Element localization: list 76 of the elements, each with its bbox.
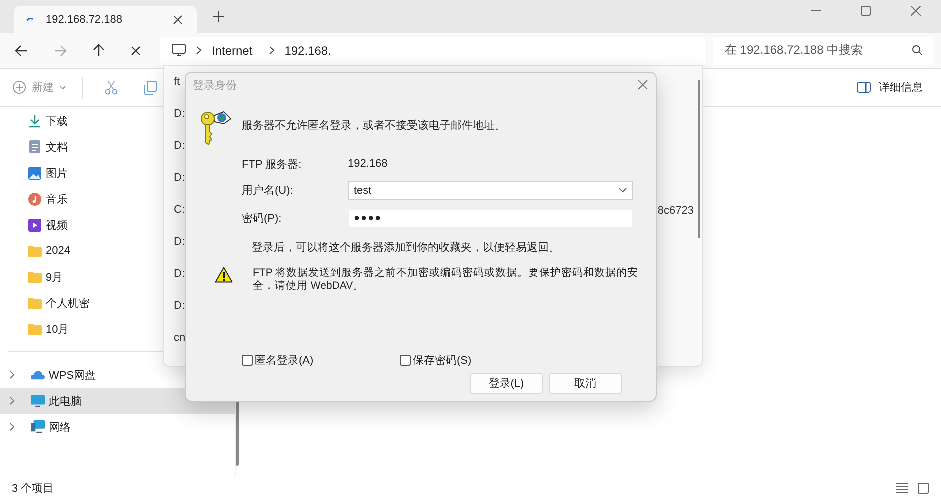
picture-icon [28, 166, 42, 180]
chevron-icon [10, 423, 15, 431]
cloud-icon [31, 370, 45, 380]
checkbox-square[interactable] [400, 355, 411, 366]
username-combobox[interactable]: test [348, 181, 633, 200]
sidebar-item[interactable]: 网络 [0, 414, 235, 440]
document-icon [28, 140, 42, 154]
music-note-icon [28, 192, 42, 206]
history-entry[interactable]: D: [174, 172, 186, 204]
sidebar-item[interactable]: WPS网盘 [0, 362, 235, 388]
copy-icon[interactable] [144, 80, 157, 94]
caret-icon [60, 86, 66, 90]
history-entry[interactable]: 8c6723 [658, 205, 694, 219]
warning-icon [215, 267, 233, 283]
error-message: 服务器不允许匿名登录，或者不接受该电子邮件地址。 [242, 118, 506, 133]
checkbox[interactable]: 匿名登录(A) [242, 353, 354, 368]
history-entry[interactable]: C: [174, 204, 186, 236]
checkbox[interactable]: 保存密码(S) [400, 353, 512, 368]
close-icon[interactable] [638, 80, 648, 90]
close-icon[interactable] [911, 6, 921, 16]
tab-title: 192.168.72.188 [46, 14, 124, 26]
scrollbar[interactable] [236, 401, 239, 466]
folder-icon [28, 272, 42, 282]
search-icon [912, 45, 923, 56]
folder-icon [28, 298, 42, 308]
list-view-icon[interactable] [896, 482, 908, 494]
tile-view-icon[interactable] [918, 482, 929, 494]
monitor-icon [31, 394, 45, 408]
status-text: 3 个项目 [12, 482, 54, 496]
history-entry[interactable]: D: [174, 108, 186, 140]
field-label: 密码(P): [242, 212, 283, 226]
network-icon [31, 420, 45, 434]
monitor-icon [172, 44, 186, 57]
warning-text: FTP 将数据发送到服务器之前不加密或编码密码或数据。要保护密码和数据的安全，请使用 WebDAV。 [253, 267, 640, 293]
breadcrumb[interactable]: 192.168. [284, 44, 332, 58]
server-address: 192.168 [348, 158, 389, 170]
chevron-icon [10, 371, 15, 379]
field-label: FTP 服务器: [242, 158, 303, 172]
info-text: 登录后，可以将这个服务器添加到你的收藏夹，以便轻易返回。 [252, 240, 561, 255]
browser-tab[interactable]: 192.168.72.188 [14, 6, 197, 33]
details-button[interactable]: 详细信息 [857, 80, 923, 95]
folder-icon [28, 246, 42, 256]
folder-icon [28, 324, 42, 334]
history-entry[interactable]: D: [174, 268, 186, 300]
dialog-button[interactable]: 取消 [549, 373, 622, 394]
maximize-icon[interactable] [861, 6, 871, 16]
chevron-icon [196, 46, 202, 55]
history-entry[interactable]: D: [174, 236, 186, 268]
field-label: 用户名(U): [242, 184, 294, 198]
scrollbar[interactable] [698, 80, 700, 238]
loading-spinner-icon [26, 18, 34, 22]
new-tab-icon[interactable] [213, 11, 224, 22]
scissors-icon[interactable] [105, 80, 118, 95]
history-entry[interactable]: cn [174, 332, 186, 364]
download-icon [28, 114, 42, 128]
plus-circle-icon [13, 81, 26, 94]
video-icon [28, 218, 42, 232]
search-field[interactable]: 在 192.168.72.188 中搜索 [713, 36, 933, 64]
panel-icon [857, 82, 871, 93]
breadcrumb[interactable]: Internet [212, 44, 253, 58]
password-field[interactable]: ●●●● [348, 209, 633, 228]
history-entry[interactable]: D: [174, 300, 186, 332]
checkbox-square[interactable] [242, 355, 253, 366]
address-bar[interactable]: Internet 192.168. [160, 36, 705, 64]
chevron-icon [268, 46, 275, 55]
up-arrow-icon[interactable] [93, 44, 105, 57]
dialog-button[interactable]: 登录(L) [470, 373, 543, 394]
caret-icon [619, 188, 627, 193]
history-entry[interactable]: D: [174, 140, 186, 172]
key-globe-icon [200, 110, 232, 146]
chevron-icon [10, 397, 15, 405]
close-icon[interactable] [173, 14, 183, 24]
history-entry[interactable]: ft [174, 76, 186, 108]
back-arrow-icon[interactable] [15, 44, 28, 56]
dialog-title: 登录身份 [193, 78, 237, 92]
stop-icon[interactable] [131, 46, 141, 56]
